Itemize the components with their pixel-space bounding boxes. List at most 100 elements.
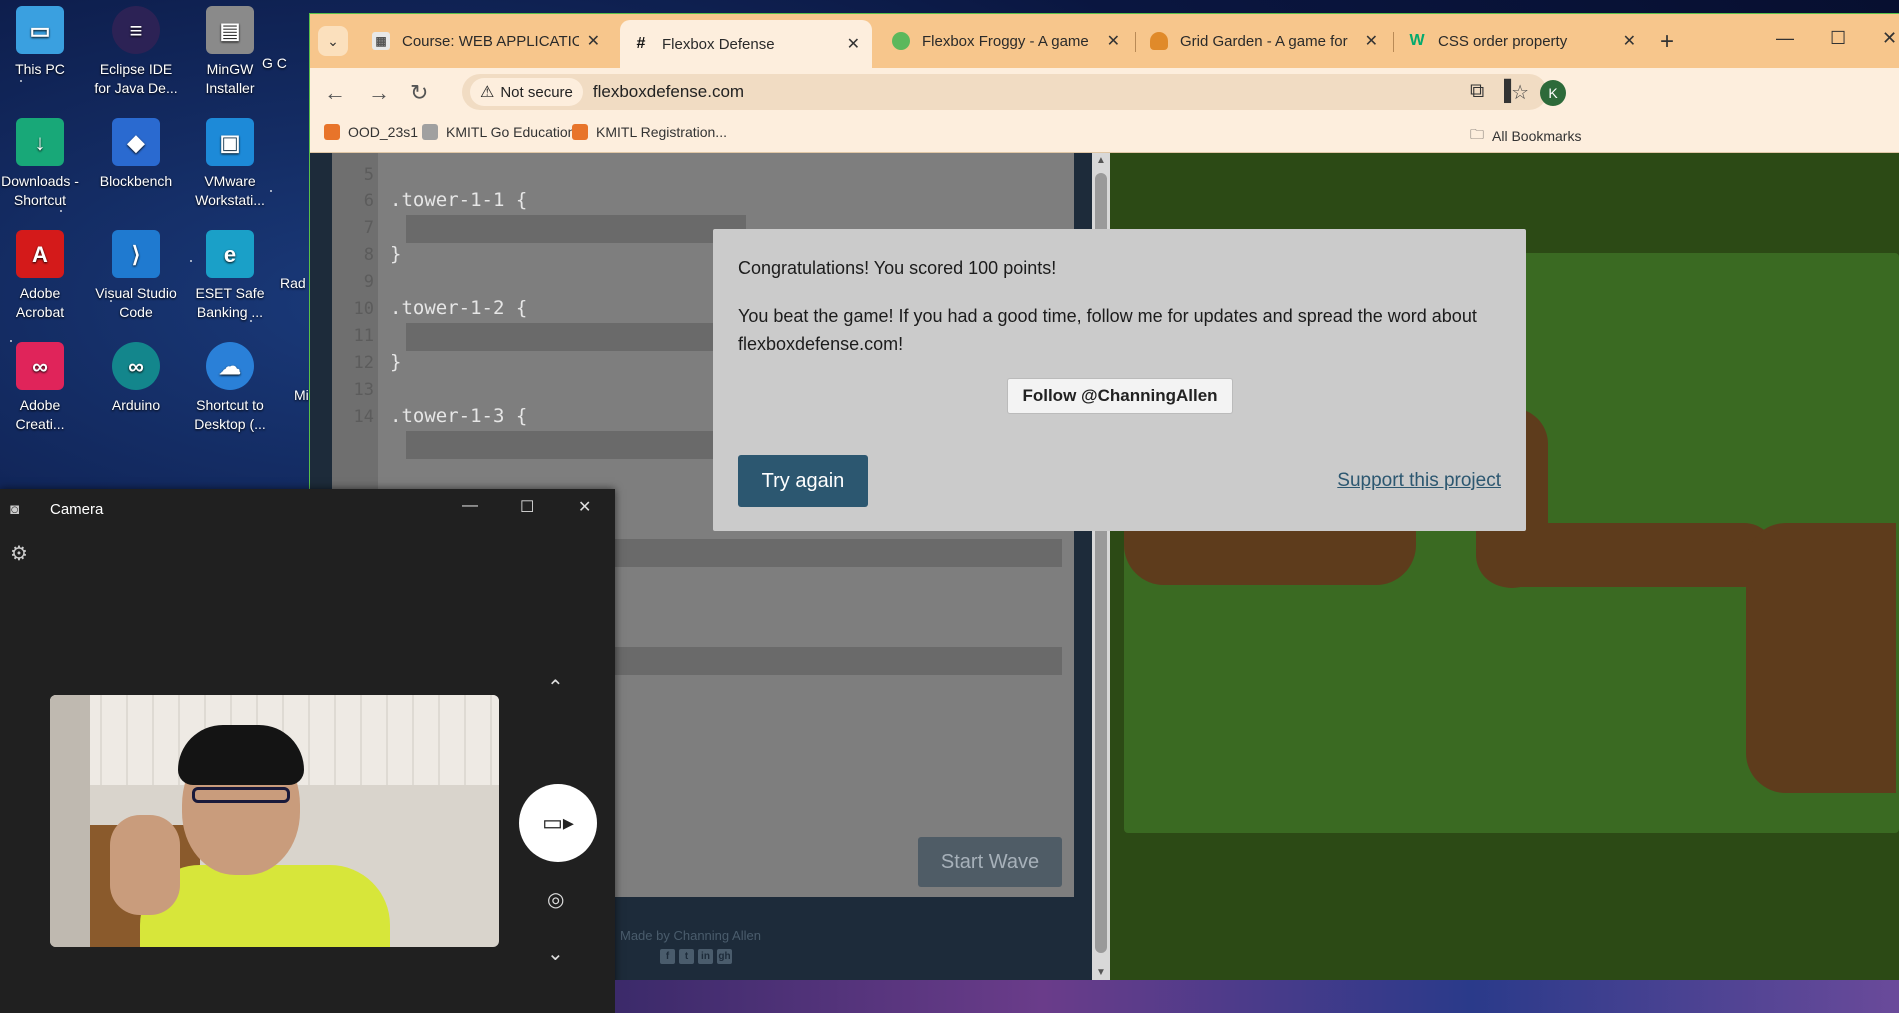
video-record-button[interactable]: ▭▸ <box>519 784 597 862</box>
bookmark-item[interactable]: KMITL Go Education <box>422 124 575 140</box>
maximize-icon[interactable]: ☐ <box>520 497 534 517</box>
scroll-up-icon[interactable]: ▲ <box>1096 155 1106 166</box>
close-icon[interactable]: ✕ <box>587 31 600 51</box>
profile-avatar[interactable]: K <box>1540 80 1566 106</box>
code-line: } <box>390 243 402 265</box>
close-icon[interactable]: ✕ <box>1107 31 1120 51</box>
vscode-icon: ⟩ <box>112 230 160 278</box>
desktop-icon-vscode[interactable]: ⟩ Visual Studio Code <box>92 226 180 322</box>
side-panel-icon[interactable]: ▌ <box>1504 80 1518 103</box>
line-number: 14 <box>353 407 374 427</box>
line-number: 5 <box>363 165 374 185</box>
tab-css-order[interactable]: W CSS order property ✕ <box>1396 20 1648 62</box>
line-number: 6 <box>363 191 374 211</box>
camera-window-title: Camera <box>50 501 104 518</box>
desktop-icon-onedrive[interactable]: ☁ Shortcut to Desktop (... <box>186 338 274 434</box>
close-icon[interactable]: ✕ <box>847 34 860 54</box>
chevron-down-icon[interactable]: ⌄ <box>547 941 564 966</box>
desktop-icon-partial[interactable]: G C <box>262 54 310 73</box>
eset-icon: e <box>206 230 254 278</box>
line-number: 11 <box>353 326 374 346</box>
chevron-up-icon[interactable]: ⌃ <box>547 675 564 700</box>
desktop-icon-eclipse[interactable]: ≡ Eclipse IDE for Java De... <box>92 2 180 98</box>
close-window-icon[interactable]: ✕ <box>1882 28 1897 49</box>
blockbench-icon: ◆ <box>112 118 160 166</box>
desktop-icon-blockbench[interactable]: ◆ Blockbench <box>92 114 180 191</box>
tab-search-button[interactable]: ⌄ <box>318 26 348 56</box>
line-number: 13 <box>353 380 374 400</box>
back-icon[interactable]: ← <box>324 80 346 106</box>
line-number: 10 <box>353 299 374 319</box>
tab-title: Flexbox Defense <box>662 35 775 53</box>
desktop-icon-label: Blockbench <box>99 173 173 189</box>
start-wave-button[interactable]: Start Wave <box>918 837 1062 887</box>
url-text[interactable]: flexboxdefense.com <box>593 82 744 102</box>
line-number: 7 <box>363 218 374 238</box>
tab-grid-garden[interactable]: Grid Garden - A game for ✕ <box>1138 20 1390 62</box>
photo-mode-icon[interactable]: ◎ <box>547 887 564 912</box>
new-tab-button[interactable]: + <box>1660 28 1674 56</box>
desktop-icon-this-pc[interactable]: ▭ This PC <box>0 2 84 79</box>
tab-course[interactable]: ▦ Course: WEB APPLICATION ✕ <box>360 20 612 62</box>
line-number: 9 <box>363 272 374 292</box>
bookmarks-bar: OOD_23s1 KMITL Go Education KMITL Regist… <box>310 116 1899 153</box>
desktop-icon-vmware[interactable]: ▣ VMware Workstati... <box>186 114 274 210</box>
all-bookmarks[interactable]: 🗀 All Bookmarks <box>1470 124 1581 148</box>
code-input-line[interactable] <box>406 215 746 243</box>
desktop-icon-partial[interactable]: Rad <box>280 274 310 293</box>
security-label: Not secure <box>500 83 573 101</box>
desktop-icon-arduino[interactable]: ∞ Arduino <box>92 338 180 415</box>
acrobat-icon: A <box>16 230 64 278</box>
enemy-path <box>1476 523 1776 587</box>
code-line: .tower-1-3 { <box>390 405 528 427</box>
minimize-icon[interactable]: — <box>1776 28 1794 49</box>
frog-icon <box>892 32 910 50</box>
desktop-icon-eset[interactable]: e ESET Safe Banking ... <box>186 226 274 322</box>
bookmark-item[interactable]: OOD_23s1 <box>324 124 418 140</box>
gear-icon[interactable]: ⚙ <box>10 541 28 566</box>
extensions-icon[interactable]: ⧉ <box>1470 80 1484 103</box>
follow-button[interactable]: Follow @ChanningAllen <box>1007 378 1233 414</box>
desktop-icon-creative-cloud[interactable]: ∞ Adobe Creati... <box>0 338 84 434</box>
forward-icon[interactable]: → <box>368 80 390 106</box>
reload-icon[interactable]: ↻ <box>410 80 428 106</box>
preview-hair <box>178 725 304 785</box>
try-again-button[interactable]: Try again <box>738 455 868 507</box>
desktop-icon-label: Adobe Creati... <box>15 397 65 432</box>
desktop-icon-label: Adobe Acrobat <box>15 285 65 320</box>
score-message: Congratulations! You scored 100 points! <box>738 258 1057 278</box>
tab-title: Flexbox Froggy - A game <box>922 32 1089 50</box>
maximize-icon[interactable]: ☐ <box>1830 28 1846 49</box>
code-line: } <box>390 351 402 373</box>
close-icon[interactable]: ✕ <box>578 497 591 517</box>
github-icon[interactable]: gh <box>717 949 732 964</box>
bookmark-item[interactable]: KMITL Registration... <box>572 124 727 140</box>
linkedin-icon[interactable]: in <box>698 949 713 964</box>
address-bar[interactable]: ⚠ Not secure flexboxdefense.com ☆ <box>462 74 1547 110</box>
tab-flexbox-defense[interactable]: # Flexbox Defense ✕ <box>620 20 872 68</box>
vmware-icon: ▣ <box>206 118 254 166</box>
close-icon[interactable]: ✕ <box>1623 31 1636 51</box>
desktop-icon-mingw[interactable]: ▤ MinGW Installer <box>186 2 274 98</box>
close-icon[interactable]: ✕ <box>1365 31 1378 51</box>
bookmark-label: KMITL Go Education <box>446 124 576 140</box>
tab-title: Grid Garden - A game for <box>1180 32 1348 50</box>
onedrive-icon: ☁ <box>206 342 254 390</box>
code-input-line[interactable] <box>406 323 746 351</box>
tab-flexbox-froggy[interactable]: Flexbox Froggy - A game ✕ <box>880 20 1132 62</box>
support-link[interactable]: Support this project <box>1337 470 1501 492</box>
desktop-icon-downloads[interactable]: ↓ Downloads - Shortcut <box>0 114 84 210</box>
twitter-icon[interactable]: t <box>679 949 694 964</box>
preview-glasses <box>192 787 290 803</box>
security-chip[interactable]: ⚠ Not secure <box>470 78 583 106</box>
enemy-path <box>1746 523 1896 793</box>
folder-icon: 🗀 <box>1470 126 1484 142</box>
desktop-icon-label: ESET Safe Banking ... <box>195 285 265 320</box>
facebook-icon[interactable]: f <box>660 949 675 964</box>
minimize-icon[interactable]: — <box>462 497 478 515</box>
tab-separator <box>1393 32 1394 52</box>
desktop-icon-acrobat[interactable]: A Adobe Acrobat <box>0 226 84 322</box>
scroll-down-icon[interactable]: ▼ <box>1096 967 1106 978</box>
bookmark-favicon <box>324 124 340 140</box>
bookmark-label: KMITL Registration... <box>596 124 727 140</box>
